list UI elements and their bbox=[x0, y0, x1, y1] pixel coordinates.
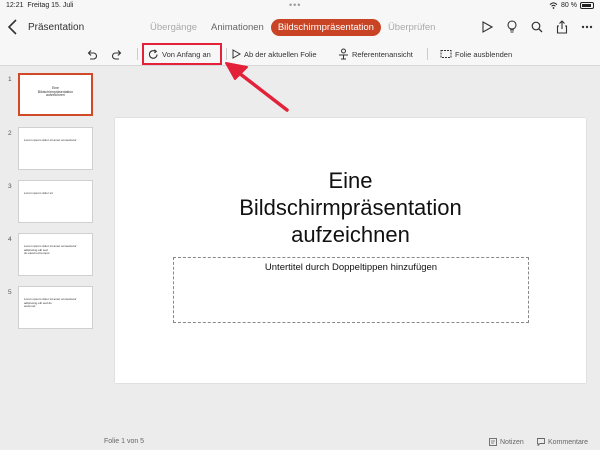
from-current-label: Ab der aktuellen Folie bbox=[244, 49, 317, 59]
thumbnail-row[interactable]: 3 Lorem ipsum dolor sit bbox=[0, 180, 100, 226]
undo-icon bbox=[87, 49, 97, 60]
ribbon-divider bbox=[137, 48, 138, 60]
slide-canvas[interactable]: Eine Bildschirmpräsentation aufzeichnen … bbox=[115, 118, 586, 383]
thumbnail-number: 1 bbox=[8, 76, 12, 83]
lightbulb-icon[interactable] bbox=[504, 19, 519, 34]
thumbnail-number: 5 bbox=[8, 289, 12, 296]
ribbon-tabs: Übergänge Animationen Bildschirmpräsenta… bbox=[143, 19, 442, 36]
ribbon-toolbar: Von Anfang an Ab der aktuellen Folie Ref… bbox=[0, 42, 600, 66]
thumbnail-number: 3 bbox=[8, 183, 12, 190]
slide-thumbnail-1[interactable]: Eine Bildschirmpräsentation aufzeichnen bbox=[18, 73, 93, 116]
presenter-view-button[interactable]: Referentenansicht bbox=[338, 46, 413, 62]
subtitle-placeholder-text: Untertitel durch Doppeltippen hinzufügen bbox=[264, 262, 438, 273]
slide-thumbnail-4[interactable]: Lorem ipsum dolor sit amet consectetur a… bbox=[18, 233, 93, 276]
tab-animations[interactable]: Animationen bbox=[204, 19, 271, 36]
share-icon[interactable] bbox=[554, 19, 569, 34]
thumbnail-row[interactable]: 1 Eine Bildschirmpräsentation aufzeichne… bbox=[0, 73, 100, 119]
thumbnail-row[interactable]: 2 Lorem ipsum dolor sit amet consectetur bbox=[0, 127, 100, 173]
status-time: 12:21 Freitag 15. Juli bbox=[6, 2, 74, 9]
presenter-icon bbox=[339, 48, 348, 60]
slide-title-line: Bildschirmpräsentation bbox=[239, 195, 462, 220]
notes-icon bbox=[489, 438, 497, 446]
thumbnail-number: 2 bbox=[8, 130, 12, 137]
back-chevron-icon[interactable] bbox=[6, 18, 20, 36]
thumbnail-number: 4 bbox=[8, 236, 12, 243]
comment-icon bbox=[537, 438, 545, 446]
document-title[interactable]: Präsentation bbox=[28, 22, 84, 33]
thumbnail-text: Lorem ipsum dolor sit bbox=[24, 191, 53, 195]
battery-icon bbox=[580, 2, 594, 9]
tab-transitions[interactable]: Übergänge bbox=[143, 19, 204, 36]
play-icon[interactable] bbox=[479, 19, 494, 34]
slide-thumbnail-5[interactable]: Lorem ipsum dolor sit amet consectetur a… bbox=[18, 286, 93, 329]
thumbnail-row[interactable]: 5 Lorem ipsum dolor sit amet consectetur… bbox=[0, 286, 100, 332]
slide-title-line: aufzeichnen bbox=[291, 222, 410, 247]
comments-button[interactable]: Kommentare bbox=[537, 438, 588, 446]
subtitle-placeholder[interactable]: Untertitel durch Doppeltippen hinzufügen bbox=[173, 257, 529, 323]
hide-slide-button[interactable]: Folie ausblenden bbox=[440, 46, 512, 62]
notes-label: Notizen bbox=[500, 438, 524, 446]
thumbnail-text: do eiusmod tempor bbox=[24, 251, 50, 256]
more-icon[interactable] bbox=[579, 19, 594, 34]
thumbnail-text: aufzeichnen bbox=[46, 93, 65, 98]
hide-slide-icon bbox=[440, 50, 452, 58]
multitasking-dots-icon[interactable]: ••• bbox=[289, 1, 301, 10]
slide-thumbnail-3[interactable]: Lorem ipsum dolor sit bbox=[18, 180, 93, 223]
tab-review[interactable]: Überprüfen bbox=[381, 19, 443, 36]
slide-title-line: Eine bbox=[328, 168, 373, 193]
redo-icon bbox=[112, 49, 122, 60]
presenter-view-label: Referentenansicht bbox=[352, 49, 413, 59]
thumbnail-text: eiusmod bbox=[24, 304, 36, 309]
wifi-icon bbox=[549, 2, 558, 9]
play-outline-icon bbox=[232, 49, 241, 59]
hide-slide-label: Folie ausblenden bbox=[455, 49, 513, 59]
annotation-highlight-box bbox=[142, 43, 222, 65]
status-footer: Folie 1 von 5 Notizen Kommentare bbox=[0, 436, 600, 450]
slide-thumbnails-panel: 1 Eine Bildschirmpräsentation aufzeichne… bbox=[0, 67, 100, 437]
slide-count: Folie 1 von 5 bbox=[104, 438, 145, 445]
title-bar: Präsentation Übergänge Animationen Bilds… bbox=[0, 12, 600, 42]
redo-button[interactable] bbox=[111, 46, 123, 62]
notes-button[interactable]: Notizen bbox=[489, 438, 524, 446]
thumbnail-text: Lorem ipsum dolor sit amet consectetur bbox=[24, 138, 77, 142]
thumbnail-row[interactable]: 4 Lorem ipsum dolor sit amet consectetur… bbox=[0, 233, 100, 279]
ribbon-divider bbox=[427, 48, 428, 60]
undo-button[interactable] bbox=[86, 46, 98, 62]
search-icon[interactable] bbox=[529, 19, 544, 34]
slide-thumbnail-2[interactable]: Lorem ipsum dolor sit amet consectetur bbox=[18, 127, 93, 170]
status-bar: 12:21 Freitag 15. Juli ••• 80 % bbox=[0, 0, 600, 12]
tab-slideshow[interactable]: Bildschirmpräsentation bbox=[270, 19, 381, 36]
ribbon-divider bbox=[226, 48, 227, 60]
comments-label: Kommentare bbox=[548, 438, 589, 446]
battery-percent: 80 % bbox=[561, 2, 577, 9]
from-current-button[interactable]: Ab der aktuellen Folie bbox=[232, 46, 317, 62]
slide-title[interactable]: Eine Bildschirmpräsentation aufzeichnen bbox=[115, 167, 586, 248]
